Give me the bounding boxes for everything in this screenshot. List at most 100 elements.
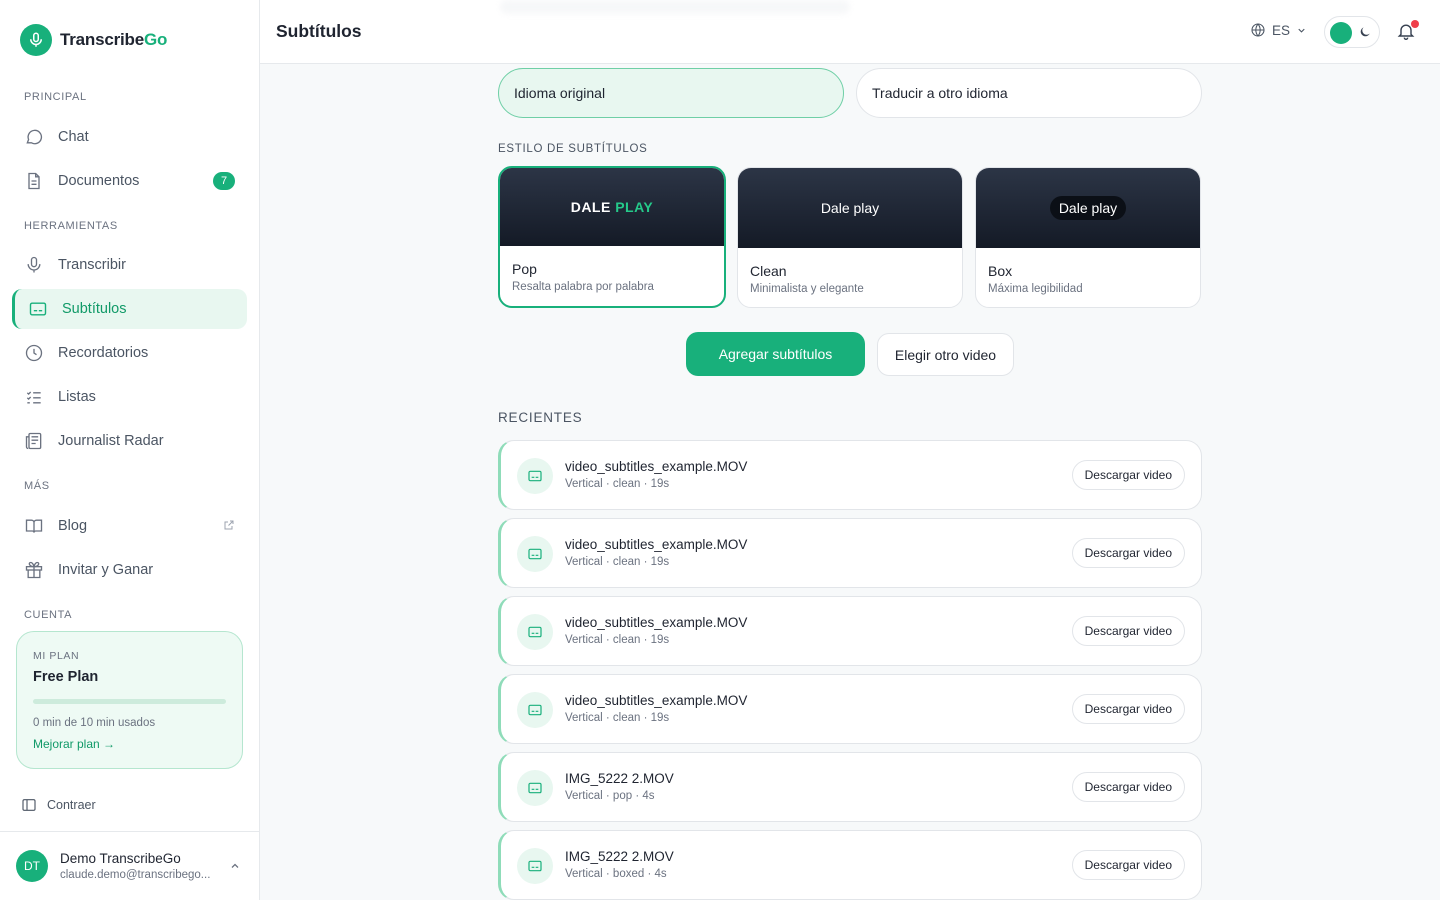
user-name: Demo TranscribeGo [60, 851, 181, 866]
subtitles-icon [517, 770, 553, 806]
recent-item[interactable]: IMG_5222 2.MOV Vertical · boxed · 4s Des… [498, 830, 1202, 900]
recent-item-title: IMG_5222 2.MOV [565, 849, 674, 864]
option-label: Idioma original [514, 85, 606, 101]
gift-icon [25, 561, 43, 579]
style-description: Resalta palabra por palabra [512, 281, 654, 293]
subtitles-icon [517, 848, 553, 884]
style-preview: DALE PLAY [500, 168, 724, 246]
option-original-language[interactable]: Idioma original [498, 68, 844, 118]
subtitles-icon [517, 458, 553, 494]
style-preview: Dale play [976, 168, 1200, 248]
plan-usage-text: 0 min de 10 min usados [33, 717, 156, 729]
section-label-herramientas: HERRAMIENTAS [24, 220, 118, 232]
sidebar-item-listas[interactable]: Listas [12, 377, 247, 417]
clock-icon [25, 344, 43, 362]
moon-icon [1360, 27, 1370, 37]
upgrade-plan-link[interactable]: Mejorar plan → [33, 737, 115, 751]
style-card-box[interactable]: Dale play Box Máxima legibilidad [975, 167, 1201, 308]
option-label: Traducir a otro idioma [872, 85, 1008, 101]
book-icon [25, 519, 43, 533]
download-video-button[interactable]: Descargar video [1071, 538, 1185, 568]
sidebar-collapse-icon [22, 799, 36, 811]
plan-label: MI PLAN [33, 650, 80, 662]
sidebar-item-recordatorios[interactable]: Recordatorios [12, 333, 247, 373]
style-card-clean[interactable]: Dale play Clean Minimalista y elegante [737, 167, 963, 308]
user-email: claude.demo@transcribego... [60, 869, 211, 881]
recent-item[interactable]: video_subtitles_example.MOV Vertical · c… [498, 674, 1202, 744]
sidebar-item-chat[interactable]: Chat [12, 117, 247, 157]
logo-icon [20, 24, 52, 56]
sidebar-item-invitar[interactable]: Invitar y Ganar [12, 550, 247, 590]
sidebar-item-label: Listas [58, 389, 96, 405]
recent-item[interactable]: IMG_5222 2.MOV Vertical · pop · 4s Desca… [498, 752, 1202, 822]
chevron-up-icon [231, 863, 239, 868]
section-label-principal: PRINCIPAL [24, 91, 87, 103]
sidebar-item-transcribir[interactable]: Transcribir [12, 245, 247, 285]
download-video-button[interactable]: Descargar video [1071, 460, 1185, 490]
language-code: ES [1272, 22, 1291, 38]
recent-item[interactable]: video_subtitles_example.MOV Vertical · c… [498, 518, 1202, 588]
recent-item[interactable]: video_subtitles_example.MOV Vertical · c… [498, 596, 1202, 666]
theme-toggle[interactable] [1324, 16, 1380, 48]
sidebar-item-journalist-radar[interactable]: Journalist Radar [12, 421, 247, 461]
download-video-button[interactable]: Descargar video [1071, 850, 1185, 880]
language-selector[interactable]: ES [1250, 22, 1307, 38]
chat-icon [26, 129, 43, 145]
recent-item-title: video_subtitles_example.MOV [565, 615, 748, 630]
sidebar-item-label: Subtítulos [62, 301, 127, 317]
sidebar-item-label: Journalist Radar [58, 433, 164, 449]
section-label-cuenta: CUENTA [24, 609, 73, 621]
sidebar-item-label: Invitar y Ganar [58, 562, 154, 578]
external-link-icon [224, 520, 234, 530]
sidebar-item-label: Chat [58, 129, 89, 145]
toggle-knob [1330, 22, 1352, 44]
microphone-icon [27, 256, 41, 273]
recent-item-meta: Vertical · clean · 19s [565, 478, 670, 490]
style-description: Minimalista y elegante [750, 283, 864, 295]
style-name: Pop [512, 261, 537, 277]
download-video-button[interactable]: Descargar video [1071, 616, 1185, 646]
option-translate-language[interactable]: Traducir a otro idioma [856, 68, 1202, 118]
sidebar: TranscribeGo PRINCIPAL Chat Documentos 7… [0, 0, 260, 900]
style-name: Clean [750, 263, 787, 279]
download-video-button[interactable]: Descargar video [1071, 772, 1185, 802]
download-video-button[interactable]: Descargar video [1071, 694, 1185, 724]
newspaper-icon [25, 432, 42, 450]
choose-other-video-button[interactable]: Elegir otro video [877, 333, 1014, 376]
recent-item[interactable]: video_subtitles_example.MOV Vertical · c… [498, 440, 1202, 510]
recent-item-title: video_subtitles_example.MOV [565, 693, 748, 708]
list-icon [26, 391, 41, 404]
style-preview: Dale play [738, 168, 962, 248]
sidebar-item-documentos[interactable]: Documentos 7 [12, 161, 247, 201]
collapse-sidebar-button[interactable]: Contraer [21, 797, 96, 813]
plan-card: MI PLAN Free Plan 0 min de 10 min usados… [16, 631, 243, 769]
subtitles-icon [517, 614, 553, 650]
style-card-pop[interactable]: DALE PLAY Pop Resalta palabra por palabr… [498, 166, 726, 308]
style-name: Box [988, 263, 1013, 279]
recent-item-meta: Vertical · clean · 19s [565, 712, 670, 724]
sidebar-item-label: Documentos [58, 173, 140, 189]
collapse-label: Contraer [47, 798, 96, 812]
recent-item-meta: Vertical · clean · 19s [565, 634, 670, 646]
section-label-mas: MÁS [24, 480, 50, 492]
recent-section-label: RECIENTES [498, 410, 583, 425]
document-icon [28, 172, 40, 190]
subtitles-icon [517, 692, 553, 728]
sidebar-item-blog[interactable]: Blog [12, 506, 247, 546]
sidebar-item-subtitulos[interactable]: Subtítulos [12, 289, 247, 329]
notification-dot [1411, 20, 1419, 28]
recent-item-meta: Vertical · clean · 19s [565, 556, 670, 568]
recent-item-title: IMG_5222 2.MOV [565, 771, 674, 786]
sidebar-item-label: Transcribir [58, 257, 126, 273]
brand[interactable]: TranscribeGo [20, 24, 167, 56]
count-badge: 7 [213, 172, 235, 190]
user-menu[interactable]: DT Demo TranscribeGo claude.demo@transcr… [0, 831, 259, 900]
sidebar-item-label: Blog [58, 518, 88, 534]
add-subtitles-button[interactable]: Agregar subtítulos [686, 332, 865, 376]
page-title: Subtítulos [276, 21, 362, 41]
sidebar-item-label: Recordatorios [58, 345, 149, 361]
recent-item-title: video_subtitles_example.MOV [565, 459, 748, 474]
subtitles-icon [517, 536, 553, 572]
top-header: Subtítulos ES [260, 0, 1440, 64]
brand-name: TranscribeGo [60, 30, 168, 49]
